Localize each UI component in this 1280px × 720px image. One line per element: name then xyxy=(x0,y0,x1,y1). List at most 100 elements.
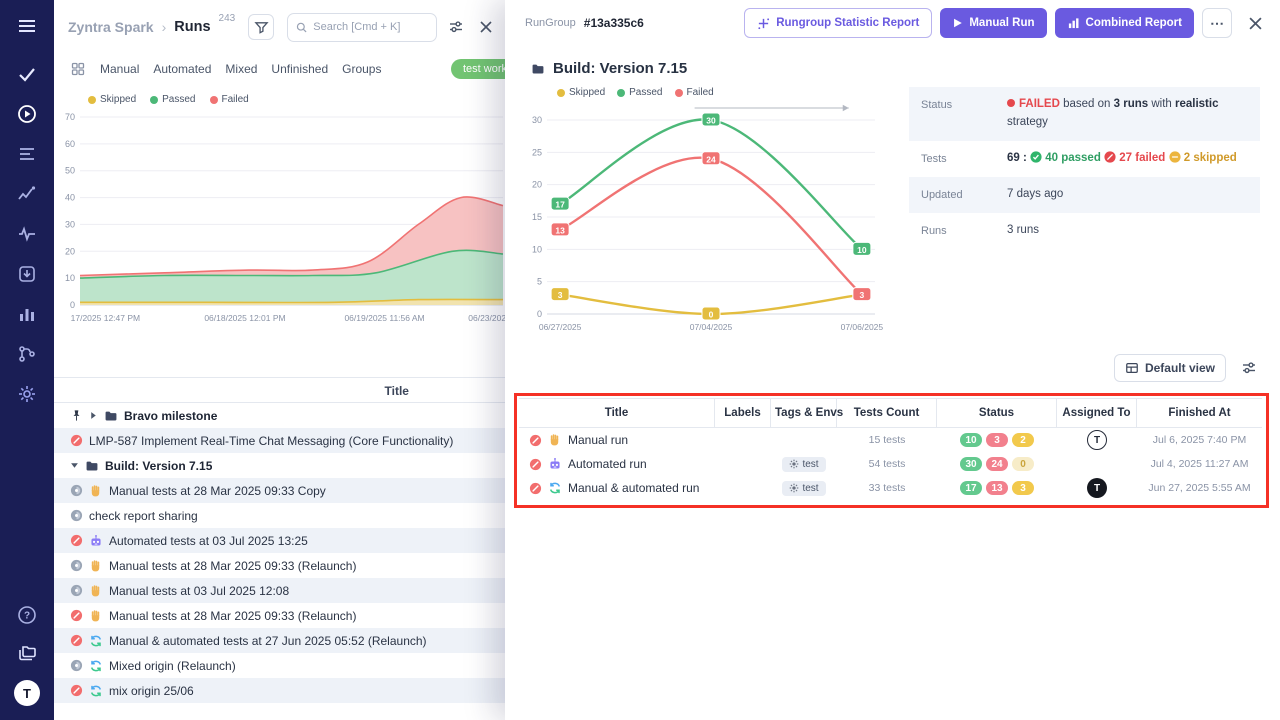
tests-label: Tests xyxy=(921,150,1007,168)
svg-text:07/04/2025: 07/04/2025 xyxy=(690,322,733,332)
tag-pill[interactable]: test xyxy=(782,457,825,472)
menu-icon[interactable] xyxy=(16,15,38,37)
column-header-finished-at[interactable]: Finished At xyxy=(1137,399,1262,427)
legend-item-passed[interactable]: Passed xyxy=(150,94,195,105)
skipped-pill: 3 xyxy=(1012,481,1034,495)
legend-dot-icon xyxy=(617,89,625,97)
import-icon[interactable] xyxy=(16,263,38,285)
info-row-runs: Runs 3 runs xyxy=(909,213,1260,249)
list-item[interactable]: mix origin 25/06 xyxy=(54,678,505,703)
list-item[interactable]: Bravo milestone xyxy=(54,403,505,428)
group-view-icon[interactable] xyxy=(70,58,86,80)
breadcrumb-app[interactable]: Zyntra Spark xyxy=(68,19,154,35)
funnel-icon xyxy=(254,20,269,35)
workspace-pill[interactable]: test work xyxy=(451,59,505,79)
runs-panel: Zyntra Spark › Runs 243 ManualAutomatedM… xyxy=(54,0,505,720)
legend-item-failed[interactable]: Failed xyxy=(675,87,714,98)
column-header-tags-envs[interactable]: Tags & Envs xyxy=(771,399,837,427)
legend-item-passed[interactable]: Passed xyxy=(617,87,662,98)
breadcrumb-separator: › xyxy=(162,19,167,35)
list-item[interactable]: Manual tests at 03 Jul 2025 12:08 xyxy=(54,578,505,603)
column-header-tests-count[interactable]: Tests Count xyxy=(837,399,937,427)
tag-pill[interactable]: test xyxy=(782,481,825,496)
tab-groups[interactable]: Groups xyxy=(342,62,381,76)
default-view-button[interactable]: Default view xyxy=(1114,354,1226,382)
rungroup-chart-block: SkippedPassedFailed 05101520253006/27/20… xyxy=(513,79,895,342)
list-item[interactable]: Manual & automated tests at 27 Jun 2025 … xyxy=(54,628,505,653)
run-row[interactable]: Manual run15 tests1032TJul 6, 2025 7:40 … xyxy=(519,428,1262,452)
detail-close-button[interactable] xyxy=(1244,12,1266,34)
trend-icon[interactable] xyxy=(16,183,38,205)
legend-item-failed[interactable]: Failed xyxy=(210,94,249,105)
list-item[interactable]: Manual tests at 28 Mar 2025 09:33 (Relau… xyxy=(54,553,505,578)
sidebar-nav xyxy=(16,63,38,405)
combined-report-button[interactable]: Combined Report xyxy=(1055,8,1194,38)
pin-icon xyxy=(70,409,83,422)
assignee-avatar[interactable]: T xyxy=(1087,478,1107,498)
status-cell: 1032 xyxy=(937,433,1057,447)
failed-status-icon xyxy=(70,434,83,447)
svg-text:20: 20 xyxy=(532,180,542,190)
check-icon[interactable] xyxy=(16,63,38,85)
list-item[interactable]: Manual tests at 28 Mar 2025 09:33 (Relau… xyxy=(54,603,505,628)
rungroup-statistic-report-button[interactable]: Rungroup Statistic Report xyxy=(744,8,932,38)
legend-dot-icon xyxy=(210,96,218,104)
status-state: FAILED xyxy=(1019,98,1060,110)
table-settings-button[interactable] xyxy=(1238,357,1260,379)
pulse-icon[interactable] xyxy=(16,223,38,245)
list-item[interactable]: Manual tests at 28 Mar 2025 09:33 Copy xyxy=(54,478,505,503)
svg-text:17: 17 xyxy=(555,200,565,210)
runs-icon[interactable] xyxy=(16,103,38,125)
legend-item-skipped[interactable]: Skipped xyxy=(88,94,136,105)
settings-icon[interactable] xyxy=(16,383,38,405)
column-header-assigned-to[interactable]: Assigned To xyxy=(1057,399,1137,427)
folder-icon xyxy=(531,62,545,76)
column-header-title[interactable]: Title xyxy=(519,399,715,427)
branches-icon[interactable] xyxy=(16,343,38,365)
tab-manual[interactable]: Manual xyxy=(100,62,139,76)
tab-unfinished[interactable]: Unfinished xyxy=(271,62,328,76)
filter-button[interactable] xyxy=(248,14,274,40)
list-item[interactable]: Automated tests at 03 Jul 2025 13:25 xyxy=(54,528,505,553)
failed-status-icon xyxy=(70,684,83,697)
list-item[interactable]: LMP-587 Implement Real-Time Chat Messagi… xyxy=(54,428,505,453)
list-item[interactable]: Mixed origin (Relaunch) xyxy=(54,653,505,678)
status-label: Status xyxy=(921,96,1007,132)
status-strategy-rest: strategy xyxy=(1007,116,1048,128)
help-icon[interactable]: ? xyxy=(16,604,38,626)
run-title: LMP-587 Implement Real-Time Chat Messagi… xyxy=(89,434,453,448)
rungroup-content: SkippedPassedFailed 05101520253006/27/20… xyxy=(505,79,1280,342)
more-actions-button[interactable]: ⋯ xyxy=(1202,8,1232,38)
queue-icon[interactable] xyxy=(16,143,38,165)
run-title: Mixed origin (Relaunch) xyxy=(109,659,236,673)
breadcrumb-section[interactable]: Runs xyxy=(174,19,210,35)
user-avatar[interactable]: T xyxy=(14,680,40,706)
status-with-text: with xyxy=(1151,98,1171,110)
manual-run-button[interactable]: Manual Run xyxy=(940,8,1046,38)
left-panel-close-button[interactable] xyxy=(475,16,497,38)
run-row[interactable]: Manual & automated runtest33 tests17133T… xyxy=(519,476,1262,500)
list-item[interactable]: check report sharing xyxy=(54,503,505,528)
column-header-labels[interactable]: Labels xyxy=(715,399,771,427)
unfinished-status-icon xyxy=(70,584,83,597)
runs-label: Runs xyxy=(921,222,1007,240)
column-header-status[interactable]: Status xyxy=(937,399,1057,427)
assignee-avatar[interactable]: T xyxy=(1087,430,1107,450)
list-item[interactable]: Build: Version 7.15 xyxy=(54,453,505,478)
display-settings-button[interactable] xyxy=(445,16,467,38)
run-row[interactable]: Automated runtest54 tests30240Jul 4, 202… xyxy=(519,452,1262,476)
status-cell: 17133 xyxy=(937,481,1057,495)
tab-automated[interactable]: Automated xyxy=(153,62,211,76)
svg-text:06/27/2025: 06/27/2025 xyxy=(539,322,582,332)
title-column-header[interactable]: Title xyxy=(385,384,409,398)
runs-table-wrap: TitleLabelsTags & EnvsTests CountStatusA… xyxy=(519,398,1262,500)
rungroup-chart-legend: Skipped Passed Failed xyxy=(513,79,895,98)
projects-icon[interactable] xyxy=(16,642,38,664)
run-title: Manual & automated tests at 27 Jun 2025 … xyxy=(109,634,427,648)
legend-item-skipped[interactable]: Skipped xyxy=(557,87,605,98)
reports-icon[interactable] xyxy=(16,303,38,325)
search-input[interactable] xyxy=(313,21,428,33)
runs-list-header: Title xyxy=(54,377,505,403)
search-icon xyxy=(296,21,307,34)
tab-mixed[interactable]: Mixed xyxy=(225,62,257,76)
